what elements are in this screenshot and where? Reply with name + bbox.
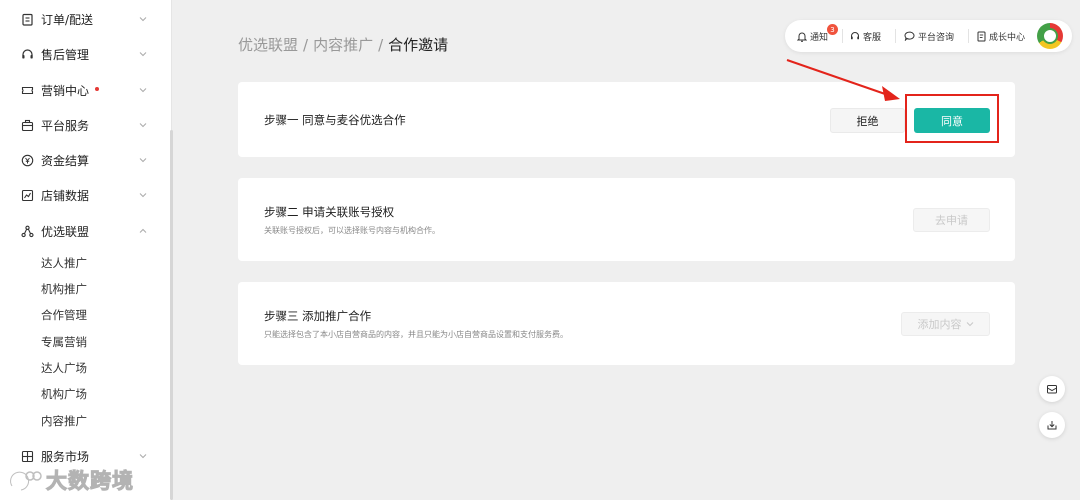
notification-count-badge: 3: [827, 24, 838, 35]
sidebar-item-platform-service[interactable]: 平台服务: [0, 110, 170, 140]
notification-dot: [95, 87, 100, 91]
chevron-down-icon: [139, 88, 147, 93]
mail-icon: [1047, 385, 1057, 394]
chat-bubble-icon: [904, 31, 915, 41]
chevron-up-icon: [139, 228, 147, 233]
sidebar-scrollbar[interactable]: [170, 130, 173, 500]
sidebar-sub-item[interactable]: 内容推广: [41, 413, 87, 429]
growth-center-button[interactable]: 成长中心: [977, 20, 1025, 52]
breadcrumb: 优选联盟 / 内容推广 / 合作邀请: [238, 34, 448, 55]
sidebar-item-alliance[interactable]: 优选联盟: [0, 216, 170, 246]
customer-service-label: 客服: [863, 32, 882, 43]
sidebar-item-label: 店铺数据: [41, 188, 90, 203]
platform-consult-label: 平台咨询: [918, 32, 955, 43]
sidebar-item-label: 服务市场: [41, 449, 90, 464]
step-description: 关联账号授权后，可以选择账号内容与机构合作。: [264, 226, 440, 235]
step-title: 步骤三 添加推广合作: [264, 309, 372, 323]
notification-button[interactable]: 通知: [797, 20, 828, 52]
breadcrumb-separator: /: [378, 36, 384, 54]
sidebar-sub-item[interactable]: 机构推广: [41, 281, 87, 297]
avatar[interactable]: [1037, 23, 1063, 49]
step-title: 步骤二 申请关联账号授权: [264, 205, 395, 219]
headset-icon: [20, 47, 34, 61]
briefcase-icon: [20, 118, 34, 132]
message-float-button[interactable]: [1039, 376, 1065, 402]
chevron-down-icon: [139, 454, 147, 459]
apply-button[interactable]: 去申请: [913, 208, 990, 232]
sidebar-sub-item[interactable]: 专属营销: [41, 334, 87, 350]
download-icon: [1047, 421, 1057, 430]
yen-icon: [20, 153, 34, 167]
step-description: 只能选择包含了本小店自营商品的内容，并且只能为小店自营商品设置和支付服务费。: [264, 330, 568, 339]
step-title: 步骤一 同意与麦谷优选合作: [264, 113, 406, 127]
clipboard-icon: [20, 12, 34, 26]
grid-icon: [20, 449, 34, 463]
breadcrumb-separator: /: [303, 36, 309, 54]
headset-icon: [851, 32, 859, 40]
sidebar-item-after-sales[interactable]: 售后管理: [0, 39, 170, 69]
divider: [895, 29, 896, 43]
sidebar-sub-item[interactable]: 机构广场: [41, 386, 87, 402]
sidebar-sub-item[interactable]: 合作管理: [41, 307, 87, 323]
chevron-down-icon: [139, 193, 147, 198]
page-title: 合作邀请: [388, 36, 449, 54]
sidebar-item-label: 优选联盟: [41, 224, 90, 239]
platform-consult-button[interactable]: 平台咨询: [904, 20, 954, 52]
customer-service-button[interactable]: 客服: [850, 20, 881, 52]
growth-center-label: 成长中心: [989, 32, 1026, 43]
download-float-button[interactable]: [1039, 412, 1065, 438]
sidebar-item-label: 营销中心: [41, 83, 90, 98]
chevron-down-icon: [966, 322, 973, 327]
sidebar-item-marketing[interactable]: 营销中心: [0, 75, 170, 105]
breadcrumb-item[interactable]: 内容推广: [313, 36, 373, 54]
chevron-down-icon: [139, 158, 147, 163]
sidebar-item-orders[interactable]: 订单/配送: [0, 4, 170, 34]
reject-button[interactable]: 拒绝: [830, 108, 905, 133]
sidebar-item-label: 资金结算: [41, 153, 90, 168]
watermark-logo-icon: [9, 470, 42, 492]
document-icon: [977, 31, 986, 41]
watermark-text: 大数跨境: [46, 469, 134, 494]
add-content-label: 添加内容: [917, 318, 962, 331]
breadcrumb-item[interactable]: 优选联盟: [238, 36, 298, 54]
sidebar-sub-item[interactable]: 达人推广: [41, 255, 87, 271]
sidebar-item-label: 订单/配送: [41, 12, 94, 27]
notification-label: 通知: [810, 32, 829, 43]
chevron-down-icon: [139, 123, 147, 128]
bell-icon: [797, 32, 807, 42]
divider: [968, 29, 969, 43]
chart-icon: [20, 188, 34, 202]
add-content-dropdown[interactable]: 添加内容: [901, 312, 990, 336]
sidebar: 订单/配送 售后管理 营销中心 平台服务 资金结算 店铺数据 优选联盟 达人推广…: [0, 0, 172, 500]
sidebar-item-store-data[interactable]: 店铺数据: [0, 180, 170, 210]
sidebar-item-label: 售后管理: [41, 47, 90, 62]
divider: [842, 29, 843, 43]
highlight-box: [905, 94, 999, 143]
step-card-1: 步骤一 同意与麦谷优选合作 拒绝 同意: [238, 82, 1015, 157]
sidebar-item-settlement[interactable]: 资金结算: [0, 145, 170, 175]
step-card-3: 步骤三 添加推广合作 只能选择包含了本小店自营商品的内容，并且只能为小店自营商品…: [238, 282, 1015, 365]
step-card-2: 步骤二 申请关联账号授权 关联账号授权后，可以选择账号内容与机构合作。 去申请: [238, 178, 1015, 261]
network-icon: [20, 224, 34, 238]
chevron-down-icon: [139, 17, 147, 22]
watermark: 大数跨境: [8, 464, 134, 496]
sidebar-item-label: 平台服务: [41, 118, 90, 133]
sidebar-sub-item[interactable]: 达人广场: [41, 360, 87, 376]
chevron-down-icon: [139, 52, 147, 57]
ticket-icon: [20, 83, 34, 97]
top-toolbar: 通知 3 客服 平台咨询 成长中心: [785, 20, 1072, 52]
